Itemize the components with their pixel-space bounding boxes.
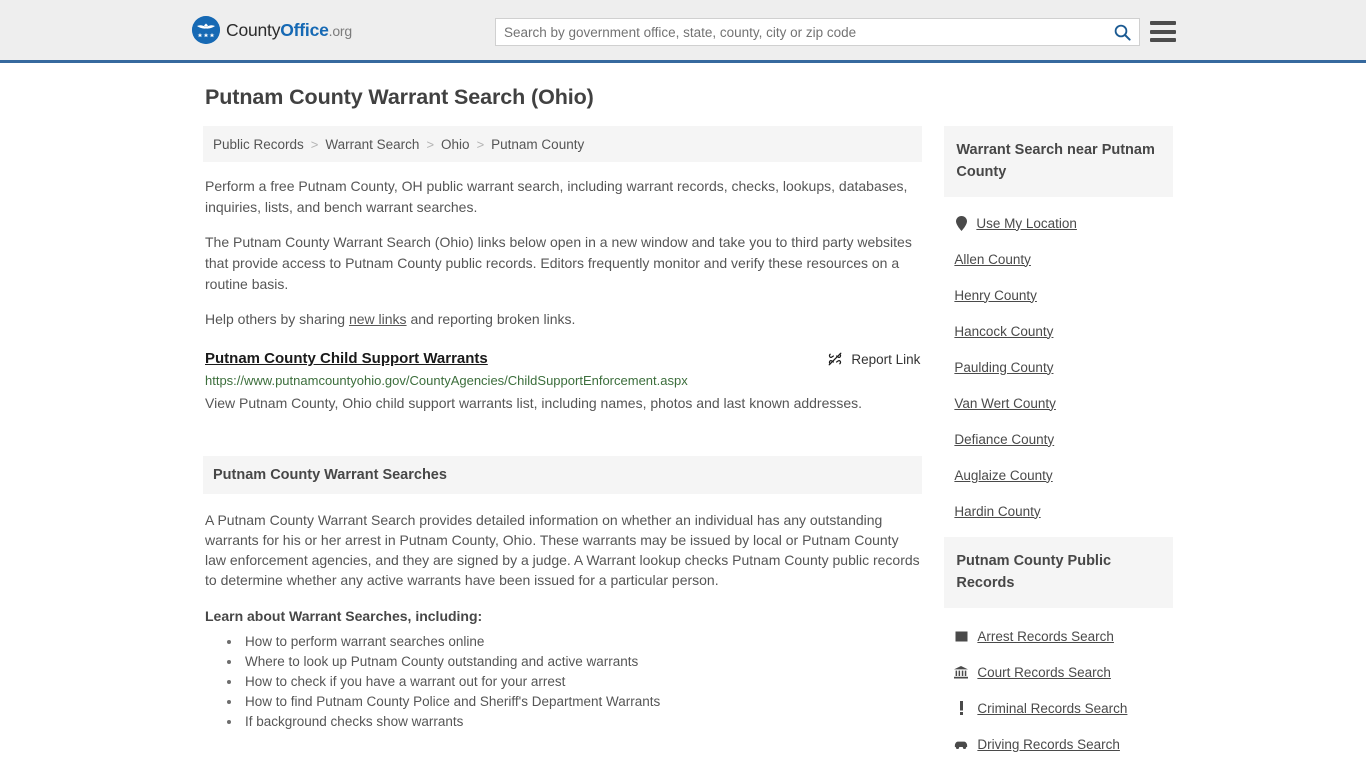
list-item: How to find Putnam County Police and She… xyxy=(227,692,920,712)
car-icon xyxy=(954,739,968,750)
site-header: CountyOffice.org xyxy=(0,0,1366,63)
map-pin-icon xyxy=(954,215,968,231)
breadcrumb-item-ohio[interactable]: Ohio xyxy=(441,137,470,152)
site-logo[interactable]: CountyOffice.org xyxy=(192,16,352,44)
sidebar-item-hardin-county[interactable]: Hardin County xyxy=(954,493,1173,529)
result-description: View Putnam County, Ohio child support w… xyxy=(205,395,863,411)
breadcrumb-separator: > xyxy=(476,136,485,152)
breadcrumb-separator: > xyxy=(310,136,319,152)
report-link-button[interactable]: Report Link xyxy=(827,351,920,367)
public-records-box-heading: Putnam County Public Records xyxy=(956,553,1112,591)
hamburger-menu-icon[interactable] xyxy=(1150,21,1176,42)
sidebar-link-defiance-county[interactable]: Defiance County xyxy=(954,432,1054,447)
section-body: A Putnam County Warrant Search provides … xyxy=(203,494,922,732)
sidebar-item-hancock-county[interactable]: Hancock County xyxy=(954,313,1173,349)
nearby-box-header: Warrant Search near Putnam County xyxy=(944,126,1173,197)
search-button[interactable] xyxy=(1105,19,1139,45)
section-header: Putnam County Warrant Searches xyxy=(203,456,923,494)
result-header-row: Putnam County Child Support Warrants Rep… xyxy=(205,350,920,367)
intro-paragraph-3: Help others by sharing new links and rep… xyxy=(203,309,922,330)
two-column-layout: Public Records > Warrant Search > Ohio >… xyxy=(193,126,1173,768)
intro-paragraph-1: Perform a free Putnam County, OH public … xyxy=(205,178,908,215)
courthouse-icon xyxy=(954,665,969,679)
list-item: How to perform warrant searches online xyxy=(227,632,920,652)
logo-text-county: County xyxy=(226,19,281,40)
sidebar-item-paulding-county[interactable]: Paulding County xyxy=(954,349,1173,385)
breadcrumb-item-public-records[interactable]: Public Records xyxy=(213,137,304,152)
fingerprint-card-icon xyxy=(954,630,968,643)
search-input[interactable] xyxy=(496,19,1105,45)
sidebar-link-hardin-county[interactable]: Hardin County xyxy=(954,504,1040,519)
sidebar-item-use-my-location[interactable]: Use My Location xyxy=(954,205,1173,241)
public-records-list: Arrest Records Search Court Records Sear… xyxy=(944,608,1173,768)
search-icon xyxy=(1114,24,1131,41)
sidebar-link-van-wert-county[interactable]: Van Wert County xyxy=(954,396,1056,411)
breadcrumb: Public Records > Warrant Search > Ohio >… xyxy=(203,126,923,162)
section-heading: Putnam County Warrant Searches xyxy=(213,467,447,483)
learn-about-list: How to perform warrant searches online W… xyxy=(205,632,920,732)
exclamation-icon xyxy=(954,701,968,715)
sidebar-item-arrest-records[interactable]: Arrest Records Search xyxy=(954,618,1173,654)
breadcrumb-item-warrant-search[interactable]: Warrant Search xyxy=(325,137,419,152)
sidebar-link-hancock-county[interactable]: Hancock County xyxy=(954,324,1053,339)
sidebar-item-henry-county[interactable]: Henry County xyxy=(954,277,1173,313)
sidebar-item-criminal-records[interactable]: Criminal Records Search xyxy=(954,690,1173,726)
intro-paragraph-2: The Putnam County Warrant Search (Ohio) … xyxy=(205,234,912,292)
result-title-link[interactable]: Putnam County Child Support Warrants xyxy=(205,350,488,367)
list-item: How to check if you have a warrant out f… xyxy=(227,672,920,692)
county-office-eagle-logo-icon xyxy=(192,16,220,44)
main-column: Public Records > Warrant Search > Ohio >… xyxy=(203,126,923,732)
nearby-box-heading: Warrant Search near Putnam County xyxy=(956,142,1155,180)
sidebar-link-arrest-records[interactable]: Arrest Records Search xyxy=(977,629,1114,644)
result-item: Putnam County Child Support Warrants Rep… xyxy=(203,350,922,414)
result-url: https://www.putnamcountyohio.gov/CountyA… xyxy=(205,373,688,388)
sidebar-item-defiance-county[interactable]: Defiance County xyxy=(954,421,1173,457)
nearby-county-list: Use My Location Allen County Henry Count… xyxy=(944,197,1173,529)
sidebar-item-driving-records[interactable]: Driving Records Search xyxy=(954,726,1173,762)
sidebar-link-paulding-county[interactable]: Paulding County xyxy=(954,360,1053,375)
learn-about-heading: Learn about Warrant Searches, including: xyxy=(205,608,483,624)
sidebar: Warrant Search near Putnam County Use My… xyxy=(944,126,1173,768)
new-links-link[interactable]: new links xyxy=(349,311,407,327)
section-paragraph: A Putnam County Warrant Search provides … xyxy=(205,512,920,588)
sidebar-link-auglaize-county[interactable]: Auglaize County xyxy=(954,468,1052,483)
sidebar-link-henry-county[interactable]: Henry County xyxy=(954,288,1037,303)
list-item: If background checks show warrants xyxy=(227,712,920,732)
report-link-label: Report Link xyxy=(851,351,921,367)
breadcrumb-item-putnam-county[interactable]: Putnam County xyxy=(491,137,584,152)
sidebar-link-driving-records[interactable]: Driving Records Search xyxy=(977,737,1120,752)
sidebar-link-court-records[interactable]: Court Records Search xyxy=(977,665,1111,680)
sidebar-item-jail-records[interactable]: Jail Records Search xyxy=(954,762,1173,768)
public-records-box: Putnam County Public Records Arrest Reco… xyxy=(944,537,1173,768)
list-item: Where to look up Putnam County outstandi… xyxy=(227,652,920,672)
content-container: Putnam County Warrant Search (Ohio) Publ… xyxy=(193,85,1173,768)
search-bar xyxy=(495,18,1140,46)
sidebar-link-criminal-records[interactable]: Criminal Records Search xyxy=(977,701,1127,716)
hamburger-bar xyxy=(1150,38,1176,42)
logo-text-office: Office xyxy=(280,19,329,40)
share-text-before: Help others by sharing xyxy=(205,311,349,327)
hamburger-bar xyxy=(1150,21,1176,25)
sidebar-item-court-records[interactable]: Court Records Search xyxy=(954,654,1173,690)
public-records-box-header: Putnam County Public Records xyxy=(944,537,1173,608)
nearby-warrant-search-box: Warrant Search near Putnam County Use My… xyxy=(944,126,1173,529)
sidebar-link-allen-county[interactable]: Allen County xyxy=(954,252,1031,267)
sidebar-item-van-wert-county[interactable]: Van Wert County xyxy=(954,385,1173,421)
share-text-after: and reporting broken links. xyxy=(406,311,576,327)
sidebar-item-allen-county[interactable]: Allen County xyxy=(954,241,1173,277)
page-title: Putnam County Warrant Search (Ohio) xyxy=(205,85,594,109)
sidebar-item-auglaize-county[interactable]: Auglaize County xyxy=(954,457,1173,493)
logo-wordmark: CountyOffice.org xyxy=(226,20,352,41)
sidebar-link-use-my-location[interactable]: Use My Location xyxy=(976,216,1077,231)
breadcrumb-separator: > xyxy=(426,136,435,152)
page-body: Putnam County Warrant Search (Ohio) Publ… xyxy=(0,63,1366,768)
logo-text-org: .org xyxy=(328,22,353,39)
hamburger-bar xyxy=(1150,29,1176,34)
broken-link-icon xyxy=(828,352,842,366)
